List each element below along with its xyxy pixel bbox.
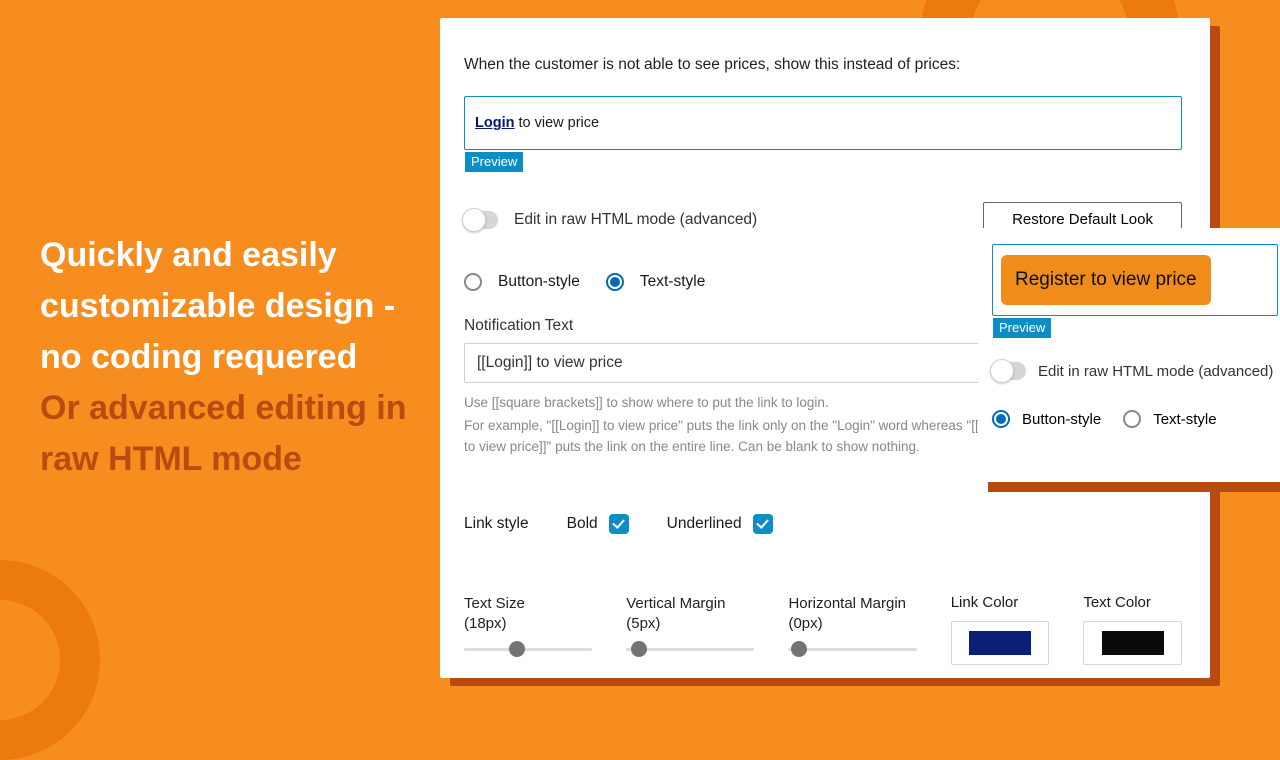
preview-badge: Preview — [993, 318, 1051, 338]
radio-text-style-label: Text-style — [1153, 411, 1216, 428]
button-style-preview: Register to view price Preview — [992, 244, 1278, 316]
register-button-preview[interactable]: Register to view price — [1001, 255, 1211, 305]
text-color-picker[interactable] — [1083, 621, 1182, 665]
headline-sub: Or advanced editing in raw HTML mode — [40, 389, 407, 478]
raw-html-toggle-label: Edit in raw HTML mode (advanced) — [514, 211, 757, 229]
radio-button-style[interactable] — [992, 410, 1010, 428]
radio-text-style[interactable] — [1123, 410, 1141, 428]
price-message-preview: Login to view price Preview — [464, 96, 1182, 150]
h-margin-value: (0px) — [788, 615, 822, 632]
raw-html-toggle[interactable] — [464, 211, 498, 229]
radio-button-style-label: Button-style — [498, 273, 580, 291]
text-size-slider[interactable] — [464, 648, 592, 651]
helper-line-2: For example, "[[Login]] to view price" p… — [464, 416, 1024, 458]
h-margin-label: Horizontal Margin — [788, 595, 906, 612]
radio-button-style-label: Button-style — [1022, 411, 1101, 428]
radio-text-style[interactable] — [606, 273, 624, 291]
underlined-label: Underlined — [667, 515, 742, 533]
vertical-margin-slider-group: Vertical Margin (5px) — [626, 594, 754, 652]
decorative-ring — [0, 560, 100, 760]
link-style-label: Link style — [464, 515, 529, 533]
text-size-slider-group: Text Size (18px) — [464, 594, 592, 652]
horizontal-margin-slider-group: Horizontal Margin (0px) — [788, 594, 916, 652]
horizontal-margin-slider[interactable] — [788, 648, 916, 651]
text-size-label: Text Size — [464, 595, 525, 612]
headline-main: Quickly and easily customizable design -… — [40, 236, 395, 376]
raw-html-toggle[interactable] — [992, 362, 1026, 380]
helper-line-1: Use [[square brackets]] to show where to… — [464, 393, 1024, 414]
radio-text-style-label: Text-style — [640, 273, 705, 291]
preview-login-link[interactable]: Login — [475, 115, 514, 131]
v-margin-label: Vertical Margin — [626, 595, 725, 612]
vertical-margin-slider[interactable] — [626, 648, 754, 651]
v-margin-value: (5px) — [626, 615, 660, 632]
intro-text: When the customer is not able to see pri… — [464, 56, 1182, 74]
underlined-checkbox[interactable] — [753, 514, 773, 534]
alt-style-popover: Register to view price Preview Edit in r… — [978, 228, 1280, 482]
text-size-value: (18px) — [464, 615, 507, 632]
bold-checkbox[interactable] — [609, 514, 629, 534]
preview-badge: Preview — [465, 152, 523, 172]
text-color-label: Text Color — [1083, 594, 1182, 611]
marketing-headline: Quickly and easily customizable design -… — [40, 230, 410, 485]
preview-rest-text: to view price — [514, 115, 599, 131]
link-color-picker[interactable] — [951, 621, 1050, 665]
bold-label: Bold — [567, 515, 598, 533]
link-color-label: Link Color — [951, 594, 1050, 611]
raw-html-toggle-label: Edit in raw HTML mode (advanced) — [1038, 363, 1273, 380]
radio-button-style[interactable] — [464, 273, 482, 291]
